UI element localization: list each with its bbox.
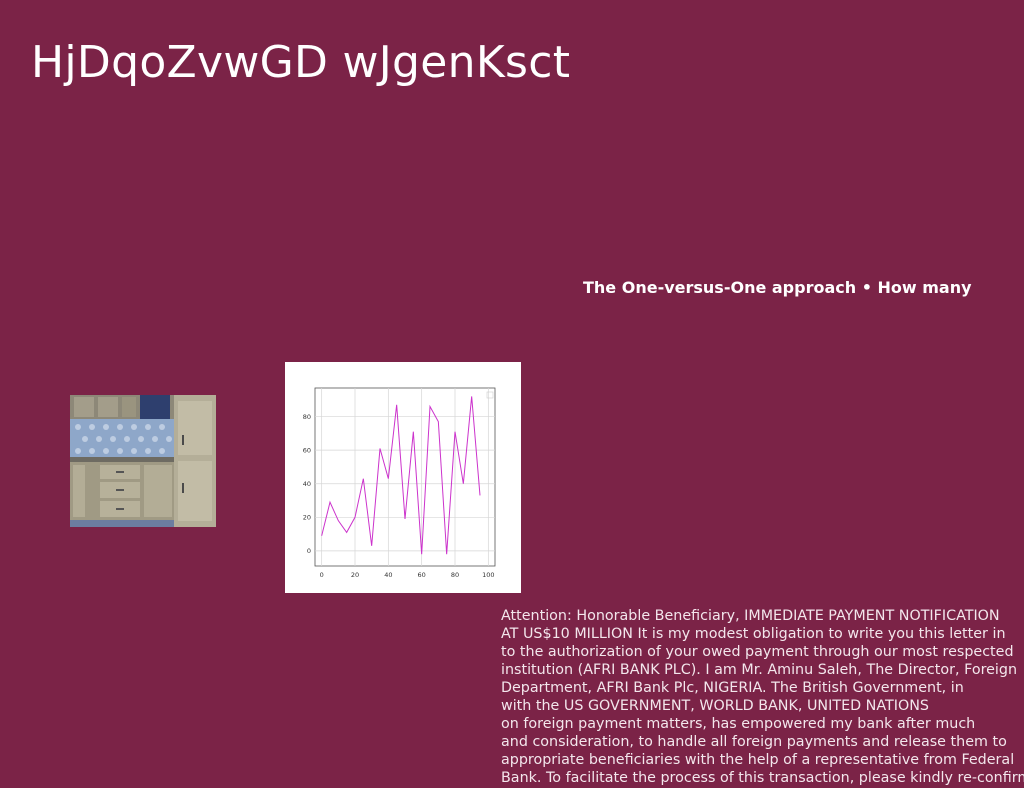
x-tick-label: 80 xyxy=(451,571,459,579)
y-tick-label: 60 xyxy=(303,446,311,454)
plot-area xyxy=(314,387,496,567)
x-tick-label: 60 xyxy=(418,571,426,579)
letter-line: on foreign payment matters, has empowere… xyxy=(501,716,976,732)
y-tick-label: 20 xyxy=(303,514,311,522)
line-chart: 0 20 40 60 80 100 0 20 40 60 80 xyxy=(285,362,521,593)
letter-line: with the US GOVERNMENT, WORLD BANK, UNIT… xyxy=(501,698,929,714)
y-tick-label: 0 xyxy=(307,547,311,555)
y-tick-label: 40 xyxy=(303,480,311,488)
letter-line: appropriate beneficiaries with the help … xyxy=(501,752,1015,768)
letter-body: Attention: Honorable Beneficiary, IMMEDI… xyxy=(501,607,1024,787)
x-tick-label: 20 xyxy=(351,571,359,579)
x-tick-label: 40 xyxy=(384,571,392,579)
letter-line: and consideration, to handle all foreign… xyxy=(501,734,1007,750)
photo-illustration xyxy=(70,395,216,527)
page-title: HjDqoZvwGD wJgenKsct xyxy=(31,37,571,88)
section-subtitle: The One-versus-One approach • How many xyxy=(583,278,972,297)
x-tick-label: 100 xyxy=(482,571,494,579)
line-chart-svg: 0 20 40 60 80 100 0 20 40 60 80 xyxy=(303,387,496,579)
x-tick-label: 0 xyxy=(320,571,324,579)
y-tick-label: 80 xyxy=(303,413,311,421)
letter-line: to the authorization of your owed paymen… xyxy=(501,644,1014,660)
letter-line: Department, AFRI Bank Plc, NIGERIA. The … xyxy=(501,680,964,696)
letter-line: institution (AFRI BANK PLC). I am Mr. Am… xyxy=(501,662,1018,678)
letter-line: AT US$10 MILLION It is my modest obligat… xyxy=(501,626,1006,642)
letter-line: Attention: Honorable Beneficiary, IMMEDI… xyxy=(501,608,1000,624)
letter-line: Bank. To facilitate the process of this … xyxy=(501,770,1024,786)
kitchen-cabinets-photo xyxy=(70,395,216,527)
